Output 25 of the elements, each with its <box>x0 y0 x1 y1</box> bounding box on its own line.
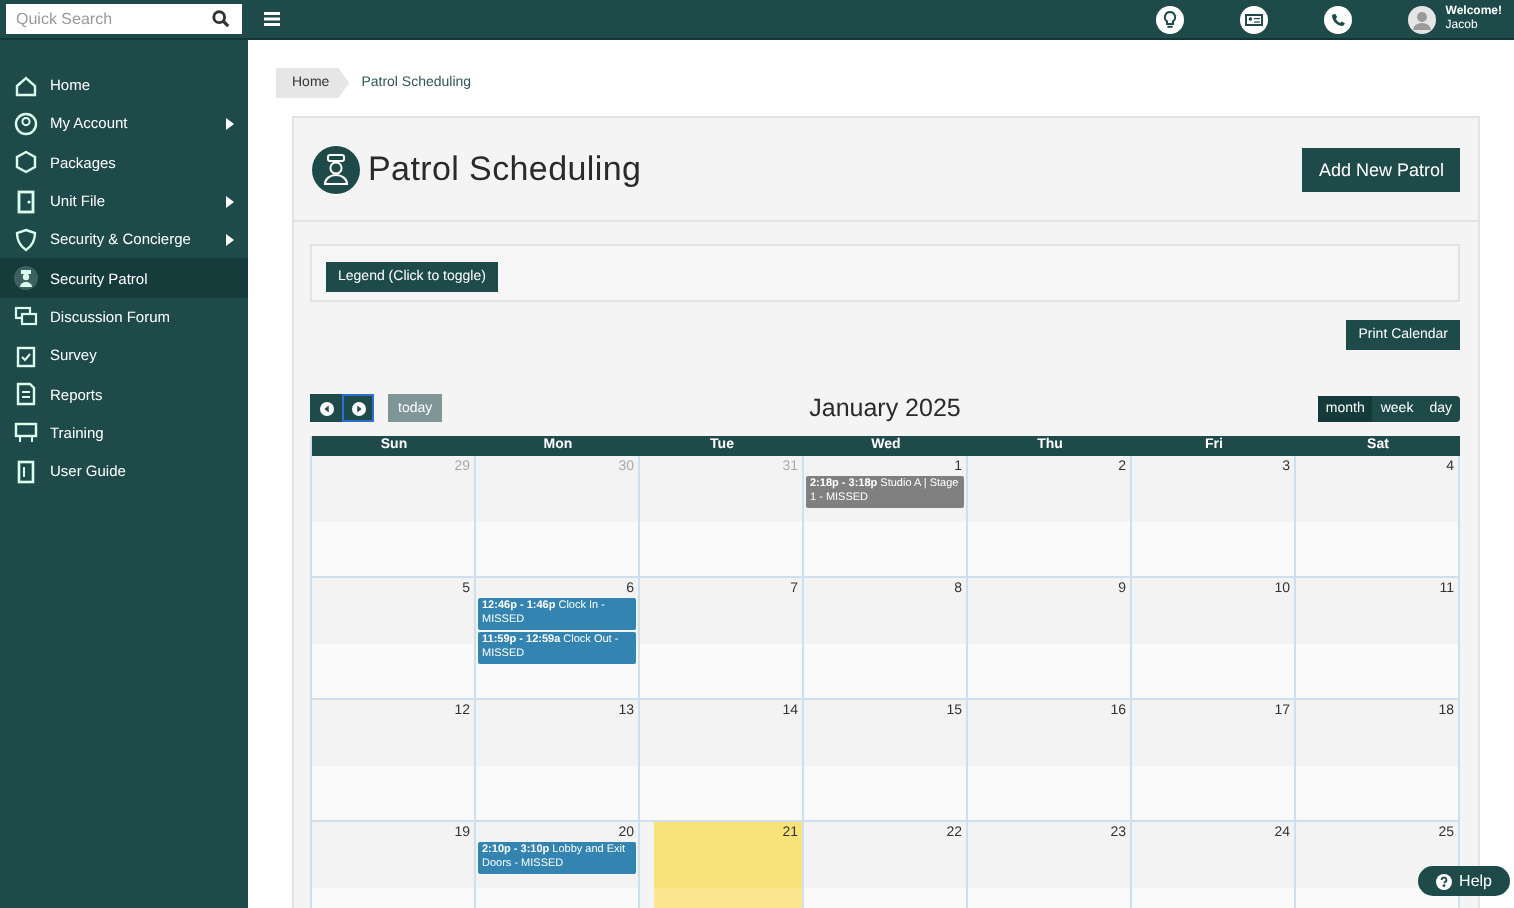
lightbulb-icon[interactable] <box>1155 5 1184 33</box>
help-button[interactable]: Help <box>1417 866 1510 896</box>
report-icon <box>14 382 38 407</box>
question-icon <box>1435 873 1452 889</box>
calendar-title: January 2025 <box>809 394 961 422</box>
phone-icon[interactable] <box>1323 5 1352 33</box>
training-icon <box>14 420 38 445</box>
add-patrol-button[interactable]: Add New Patrol <box>1302 147 1460 191</box>
door-icon <box>14 189 38 214</box>
search-icon <box>212 10 230 28</box>
id-card-icon[interactable] <box>1239 5 1268 33</box>
avatar-icon[interactable] <box>1407 5 1436 33</box>
shield-icon <box>14 227 38 252</box>
guard-icon <box>312 145 360 193</box>
home-icon <box>14 73 38 98</box>
menu-icon[interactable] <box>264 12 280 26</box>
next-icon <box>351 401 365 415</box>
clipboard-icon <box>14 343 38 368</box>
chat-icon <box>14 304 38 329</box>
page-title: Patrol Scheduling <box>368 149 642 189</box>
previous-button[interactable] <box>310 394 342 422</box>
previous-icon <box>319 401 333 415</box>
next-button[interactable] <box>342 394 374 422</box>
search-field[interactable]: Quick Search <box>6 4 242 34</box>
guard-icon <box>14 266 38 291</box>
